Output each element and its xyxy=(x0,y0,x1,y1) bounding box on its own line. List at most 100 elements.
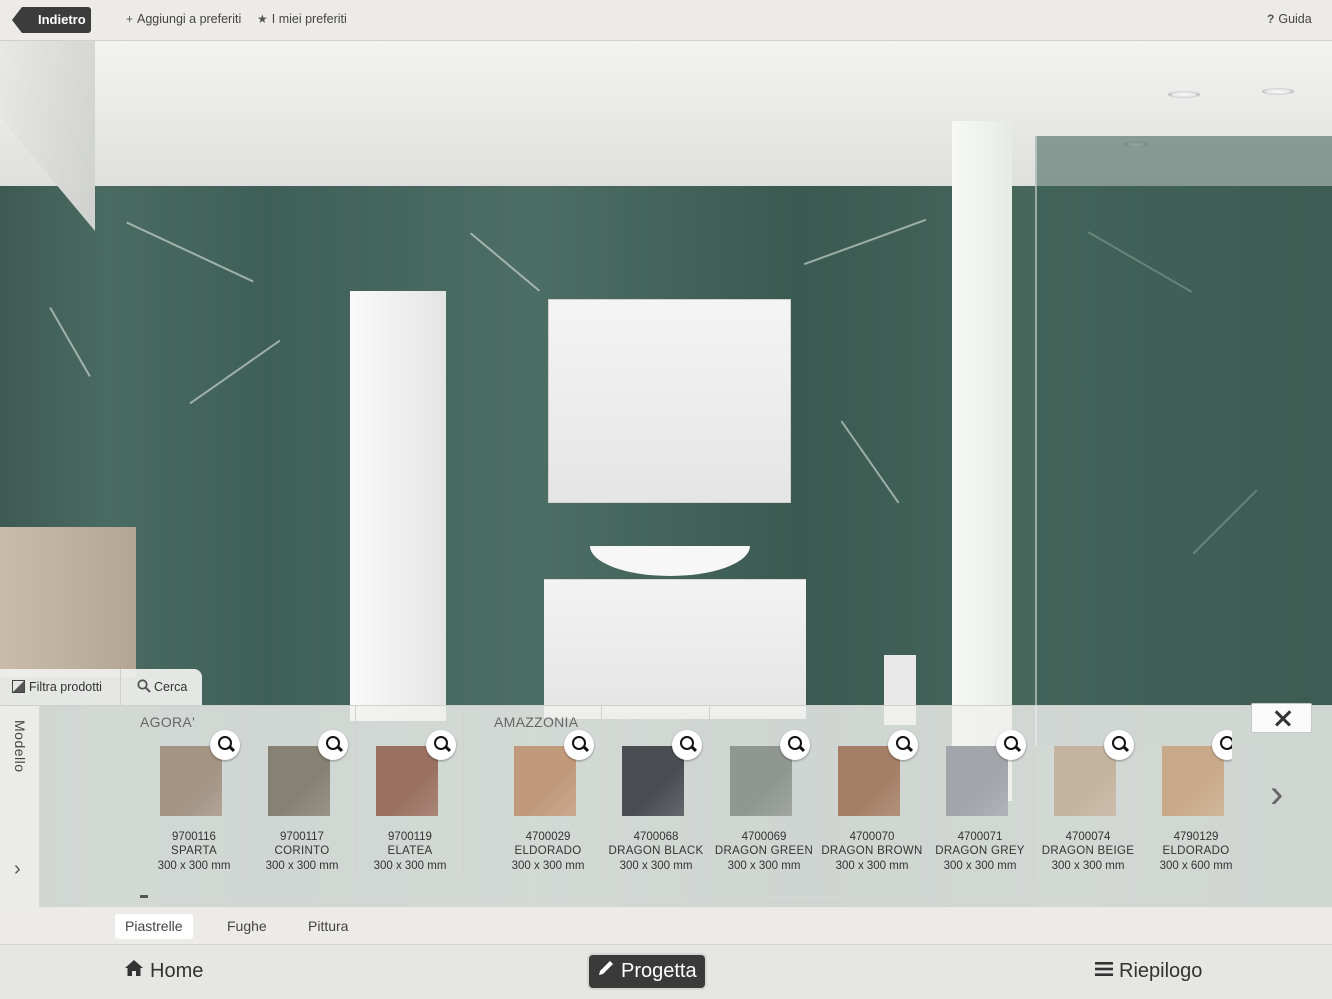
product-catalog: Modello › AGORA' AMAZZONIA 9700116 SPARTA… xyxy=(0,703,1332,908)
product-swatch[interactable] xyxy=(730,746,792,816)
plus-icon: + xyxy=(126,12,134,26)
product-size: 300 x 300 mm xyxy=(619,860,693,872)
marble-vein xyxy=(189,339,281,405)
top-bar: Indietro + Aggiungi a preferiti ★ I miei p… xyxy=(0,0,1332,41)
search-label: Cerca xyxy=(154,680,188,694)
product-card[interactable]: 4700074 DRAGON BEIGE 300 x 300 mm xyxy=(1034,706,1142,878)
product-name: DRAGON BLACK xyxy=(608,845,704,857)
search-button[interactable]: Cerca xyxy=(137,669,187,705)
product-name: ELATEA xyxy=(387,845,433,857)
product-code: 4790129 xyxy=(1173,831,1219,843)
marble-vein xyxy=(469,232,541,292)
model-side-tab-label: Modello xyxy=(12,720,28,773)
product-code: 9700117 xyxy=(280,831,324,843)
product-code: 4700069 xyxy=(741,831,787,843)
category-tabs: Piastrelle Fughe Pittura xyxy=(0,907,1332,945)
product-swatch[interactable] xyxy=(268,746,330,816)
product-swatch[interactable] xyxy=(946,746,1008,816)
product-code: 4700071 xyxy=(957,831,1003,843)
product-card[interactable]: 4700029 ELDORADO 300 x 300 mm xyxy=(494,706,602,878)
product-swatch[interactable] xyxy=(160,746,222,816)
product-size: 300 x 300 mm xyxy=(727,860,801,872)
product-code: 4700074 xyxy=(1065,831,1111,843)
model-side-tab[interactable]: Modello › xyxy=(0,706,40,908)
product-swatch[interactable] xyxy=(376,746,438,816)
scrollbar-thumb[interactable] xyxy=(140,895,148,898)
product-name: ELDORADO xyxy=(514,845,582,857)
product-swatch[interactable] xyxy=(622,746,684,816)
summary-label: Riepilogo xyxy=(1119,960,1203,982)
pencil-icon xyxy=(597,955,615,988)
product-size: 300 x 300 mm xyxy=(943,860,1017,872)
product-card[interactable]: 4790129 ELDORADO 300 x 600 mm xyxy=(1142,706,1232,878)
product-card[interactable]: 9700119 ELATEA 300 x 300 mm xyxy=(356,706,464,878)
back-button[interactable]: Indietro xyxy=(12,7,91,33)
summary-button[interactable]: Riepilogo xyxy=(1087,955,1210,988)
product-name: DRAGON BEIGE xyxy=(1041,845,1135,857)
product-card[interactable]: 9700117 CORINTO 300 x 300 mm xyxy=(248,706,356,878)
product-name: SPARTA xyxy=(171,845,217,857)
washbasin xyxy=(590,546,750,576)
add-to-favorites-label: Aggiungi a preferiti xyxy=(137,12,242,26)
filter-products-button[interactable]: Filtra prodotti xyxy=(12,669,102,705)
help-link[interactable]: ? Guida xyxy=(1267,12,1312,26)
zoom-icon[interactable] xyxy=(1104,730,1134,760)
product-swatch[interactable] xyxy=(514,746,576,816)
product-size: 300 x 300 mm xyxy=(373,860,447,872)
chevron-right-icon[interactable]: › xyxy=(1270,774,1283,814)
product-name: DRAGON BROWN xyxy=(821,845,923,857)
zoom-icon[interactable] xyxy=(780,730,810,760)
tab-paint[interactable]: Pittura xyxy=(298,914,358,939)
home-icon xyxy=(124,955,144,988)
product-size: 300 x 300 mm xyxy=(835,860,909,872)
product-swatch[interactable] xyxy=(838,746,900,816)
product-size: 300 x 300 mm xyxy=(511,860,585,872)
product-code: 9700116 xyxy=(172,831,216,843)
add-to-favorites-link[interactable]: + Aggiungi a preferiti xyxy=(126,12,241,26)
product-swatch[interactable] xyxy=(1054,746,1116,816)
help-label: Guida xyxy=(1278,12,1312,26)
zoom-icon[interactable] xyxy=(318,730,348,760)
product-code: 4700068 xyxy=(633,831,679,843)
zoom-icon[interactable] xyxy=(210,730,240,760)
home-label: Home xyxy=(150,960,204,982)
product-card[interactable]: 4700068 DRAGON BLACK 300 x 300 mm xyxy=(602,706,710,878)
divider xyxy=(120,669,121,705)
tab-grout[interactable]: Fughe xyxy=(217,914,277,939)
product-name: CORINTO xyxy=(274,845,330,857)
my-favorites-label: I miei preferiti xyxy=(271,12,347,26)
bottom-navigation: Home Progetta Riepilogo xyxy=(0,945,1332,999)
home-button[interactable]: Home xyxy=(116,955,211,988)
vanity-unit xyxy=(544,579,806,719)
chevron-right-icon[interactable]: › xyxy=(14,858,21,881)
filter-products-label: Filtra prodotti xyxy=(29,680,102,694)
tall-cabinet xyxy=(350,291,446,721)
design-button[interactable]: Progetta xyxy=(589,955,705,988)
tab-tiles[interactable]: Piastrelle xyxy=(115,914,193,939)
mirror xyxy=(548,299,791,503)
product-card[interactable]: 4700071 DRAGON GREY 300 x 300 mm xyxy=(926,706,1034,878)
marble-vein xyxy=(126,221,254,283)
marble-vein xyxy=(840,420,900,504)
product-size: 300 x 300 mm xyxy=(157,860,231,872)
product-name: DRAGON GREEN xyxy=(714,845,814,857)
zoom-icon[interactable] xyxy=(426,730,456,760)
my-favorites-link[interactable]: ★ I miei preferiti xyxy=(257,12,347,26)
product-card[interactable]: 4700070 DRAGON BROWN 300 x 300 mm xyxy=(818,706,926,878)
product-card[interactable]: 4700069 DRAGON GREEN 300 x 300 mm xyxy=(710,706,818,878)
product-swatch[interactable] xyxy=(1162,746,1224,816)
product-code: 4700070 xyxy=(849,831,895,843)
product-code: 4700029 xyxy=(525,831,571,843)
zoom-icon[interactable] xyxy=(564,730,594,760)
filter-tabs: Filtra prodotti Cerca xyxy=(0,669,202,705)
zoom-icon[interactable] xyxy=(996,730,1026,760)
ceiling-light xyxy=(1262,88,1294,95)
product-size: 300 x 600 mm xyxy=(1159,860,1232,872)
window-niche xyxy=(952,121,1012,801)
scrollbar[interactable] xyxy=(140,895,1232,898)
zoom-icon[interactable] xyxy=(888,730,918,760)
star-icon: ★ xyxy=(257,12,268,26)
zoom-icon[interactable] xyxy=(672,730,702,760)
product-card[interactable]: 9700116 SPARTA 300 x 300 mm xyxy=(140,706,248,878)
close-button[interactable] xyxy=(1251,703,1312,733)
